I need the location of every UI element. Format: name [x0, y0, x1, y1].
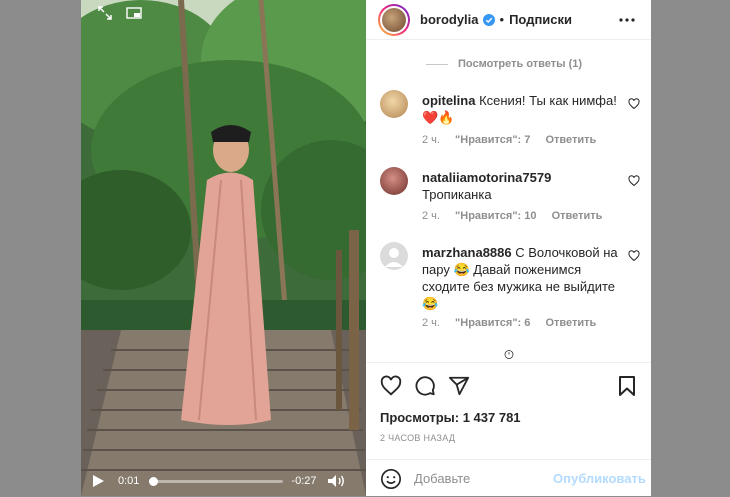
comment-time[interactable]: 2 ч. — [422, 134, 440, 146]
load-more-comments-icon[interactable] — [500, 350, 518, 359]
like-heart-icon[interactable] — [628, 98, 640, 110]
comment-time[interactable]: 2 ч. — [422, 317, 440, 329]
action-bar — [380, 375, 482, 397]
like-icon[interactable] — [380, 375, 402, 397]
replies-divider — [426, 63, 448, 65]
following-button[interactable]: Подписки — [509, 12, 572, 27]
post-username[interactable]: borodylia — [420, 12, 479, 27]
comment-item: opitelina Ксения! Ты как нимфа! ❤️🔥 2 ч.… — [380, 90, 640, 160]
comment-username[interactable]: nataliiamotorina7579 — [422, 170, 551, 185]
like-heart-icon[interactable] — [628, 175, 640, 187]
comment-icon[interactable] — [414, 375, 436, 397]
remaining-time: -0:27 — [291, 475, 317, 487]
emoji-icon[interactable] — [380, 468, 402, 490]
comment-body: marzhana8886 С Волочковой на пару 😂 Дава… — [422, 244, 622, 312]
picture-in-picture-icon[interactable] — [123, 4, 145, 22]
view-replies-label: Посмотреть ответы (1) — [458, 58, 583, 70]
comment-meta: 2 ч. "Нравится": 7 Ответить — [422, 134, 608, 146]
post-actions-section: Просмотры: 1 437 781 2 ЧАСОВ НАЗАД Добав… — [366, 362, 651, 496]
reply-button[interactable]: Ответить — [545, 134, 596, 146]
comment-avatar[interactable] — [380, 167, 408, 195]
default-avatar-icon — [385, 248, 403, 267]
comment-item: nataliiamotorina7579 Тропиканка 2 ч. "Нр… — [380, 167, 640, 227]
dimmed-backdrop-right[interactable] — [651, 0, 730, 496]
comment-time[interactable]: 2 ч. — [422, 210, 440, 222]
current-time: 0:01 — [118, 475, 140, 487]
comment-body: nataliiamotorina7579 Тропиканка — [422, 169, 622, 203]
dimmed-backdrop-left[interactable] — [0, 0, 81, 496]
comment-likes[interactable]: "Нравится": 10 — [455, 210, 536, 222]
views-count[interactable]: Просмотры: 1 437 781 — [380, 410, 521, 425]
comment-username[interactable]: marzhana8886 — [422, 245, 512, 260]
comment-avatar[interactable] — [380, 90, 408, 118]
reply-button[interactable]: Ответить — [552, 210, 603, 222]
post-panel: borodylia • Подписки Посмотреть ответы (… — [366, 0, 651, 496]
video-frame — [81, 0, 366, 496]
verified-icon — [482, 13, 495, 26]
expand-icon[interactable] — [94, 4, 116, 22]
post-time-ago[interactable]: 2 ЧАСОВ НАЗАД — [380, 433, 455, 443]
bookmark-icon[interactable] — [617, 375, 637, 397]
avatar[interactable] — [378, 3, 410, 36]
progress-bar[interactable] — [149, 476, 284, 486]
progress-knob[interactable] — [149, 476, 159, 486]
reply-button[interactable]: Ответить — [545, 317, 596, 329]
share-icon[interactable] — [448, 375, 470, 397]
comment-item: marzhana8886 С Волочковой на пару 😂 Дава… — [380, 242, 640, 337]
comment-meta: 2 ч. "Нравится": 6 Ответить — [422, 317, 608, 329]
volume-icon[interactable] — [327, 474, 347, 488]
view-replies-button[interactable]: Посмотреть ответы (1) — [426, 58, 582, 70]
more-options-icon[interactable] — [619, 14, 635, 26]
video-controls: 0:01 -0:27 — [81, 466, 366, 496]
add-comment-row: Добавьте Опубликовать — [366, 459, 651, 497]
comment-likes[interactable]: "Нравится": 6 — [455, 317, 530, 329]
play-icon[interactable] — [91, 474, 105, 488]
comment-text: Тропиканка — [422, 187, 492, 202]
comment-body: opitelina Ксения! Ты как нимфа! ❤️🔥 — [422, 92, 622, 126]
comment-meta: 2 ч. "Нравится": 10 Ответить — [422, 210, 614, 222]
comment-input[interactable]: Добавьте — [414, 471, 549, 486]
comment-avatar[interactable] — [380, 242, 408, 270]
video-player[interactable]: 0:01 -0:27 — [81, 0, 366, 496]
like-heart-icon[interactable] — [628, 250, 640, 262]
comment-likes[interactable]: "Нравится": 7 — [455, 134, 530, 146]
separator-dot: • — [499, 12, 505, 27]
post-header: borodylia • Подписки — [366, 0, 651, 40]
comment-username[interactable]: opitelina — [422, 93, 475, 108]
publish-button[interactable]: Опубликовать — [553, 471, 646, 486]
